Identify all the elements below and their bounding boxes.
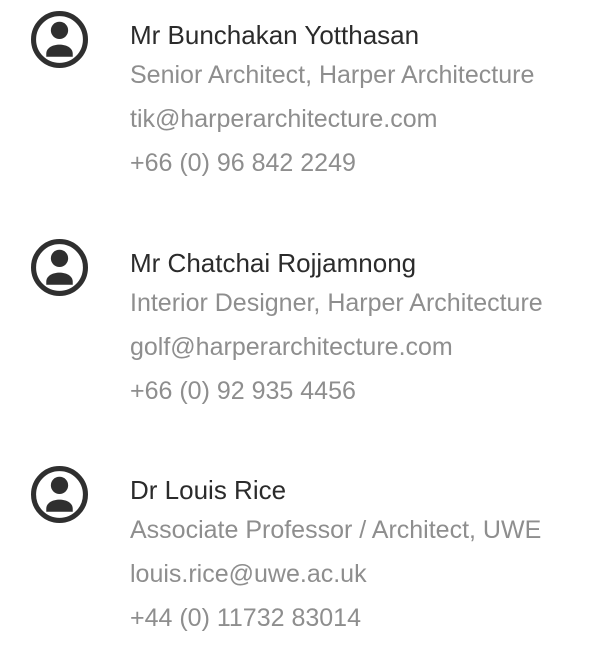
contact-email[interactable]: tik@harperarchitecture.com bbox=[130, 104, 534, 134]
contact-role: Associate Professor / Architect, UWE bbox=[130, 516, 542, 544]
contact-role: Senior Architect, Harper Architecture bbox=[130, 61, 535, 89]
user-avatar-icon bbox=[31, 11, 88, 68]
user-avatar-icon bbox=[31, 239, 88, 296]
contact-info: Mr Bunchakan Yotthasan Senior Architect,… bbox=[130, 20, 534, 178]
contact-phone[interactable]: +66 (0) 92 935 4456 bbox=[130, 376, 543, 406]
contact-name: Mr Chatchai Rojjamnong bbox=[130, 248, 417, 278]
contact-role: Interior Designer, Harper Architecture bbox=[130, 289, 543, 317]
contact-card: Dr Louis Rice Associate Professor / Arch… bbox=[0, 455, 611, 655]
contact-card: Mr Chatchai Rojjamnong Interior Designer… bbox=[0, 228, 611, 428]
contact-info: Mr Chatchai Rojjamnong Interior Designer… bbox=[130, 248, 543, 406]
contact-name: Mr Bunchakan Yotthasan bbox=[130, 20, 420, 50]
contact-phone[interactable]: +44 (0) 11732 83014 bbox=[130, 603, 541, 633]
contact-phone[interactable]: +66 (0) 96 842 2249 bbox=[130, 148, 534, 178]
contact-info: Dr Louis Rice Associate Professor / Arch… bbox=[130, 475, 541, 633]
contact-list: Mr Bunchakan Yotthasan Senior Architect,… bbox=[0, 0, 611, 638]
contact-email[interactable]: golf@harperarchitecture.com bbox=[130, 332, 543, 362]
contact-email[interactable]: louis.rice@uwe.ac.uk bbox=[130, 559, 541, 589]
contact-name: Dr Louis Rice bbox=[130, 475, 287, 505]
user-avatar-icon bbox=[31, 466, 88, 523]
contact-card: Mr Bunchakan Yotthasan Senior Architect,… bbox=[0, 0, 611, 200]
